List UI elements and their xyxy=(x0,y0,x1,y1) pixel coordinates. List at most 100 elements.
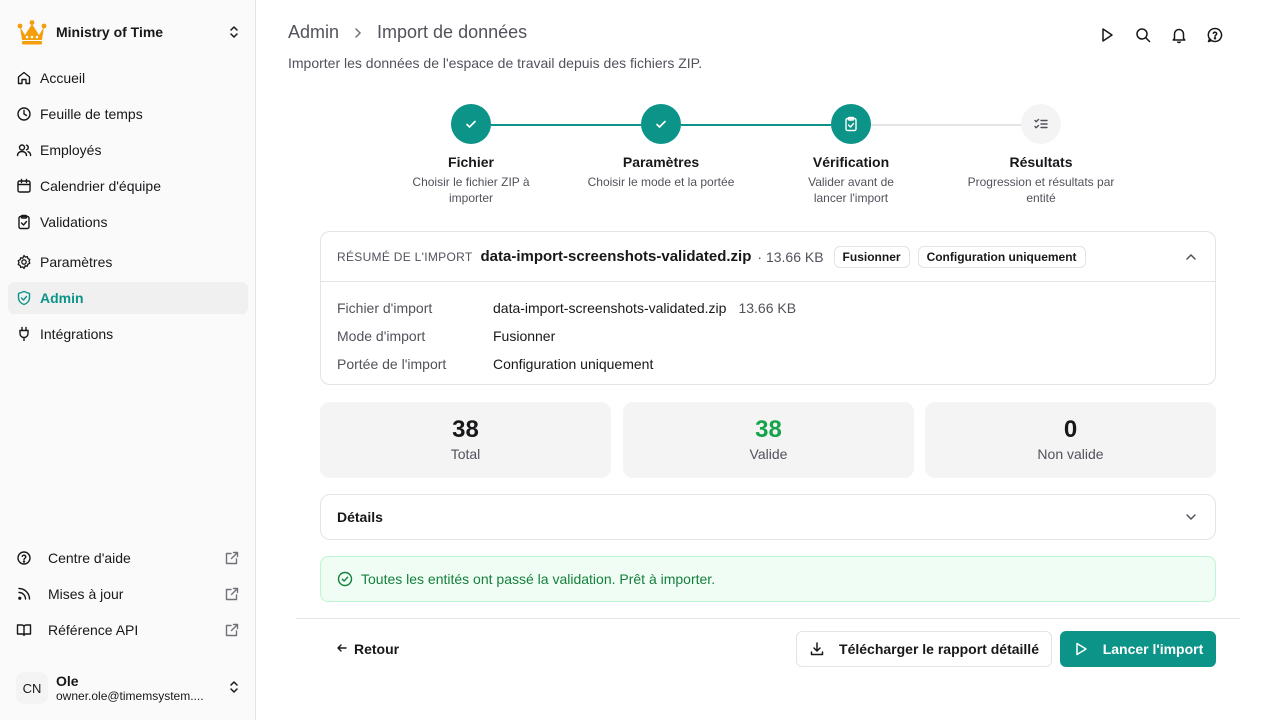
stat-label: Total xyxy=(450,446,481,462)
org-name: Ministry of Time xyxy=(56,24,164,40)
top-toolbar xyxy=(1098,26,1224,44)
step-title: Résultats xyxy=(1009,154,1073,170)
chevron-up-icon[interactable] xyxy=(1183,249,1199,265)
stat-valid: 38 Valide xyxy=(623,402,914,478)
step-title: Fichier xyxy=(448,154,494,170)
sidebar-item-employes[interactable]: Employés xyxy=(8,134,248,166)
link-centre-aide[interactable]: Centre d'aide xyxy=(8,542,248,574)
stat-value: 0 xyxy=(1063,416,1078,443)
sidebar-item-label: Calendrier d'équipe xyxy=(40,178,161,194)
check-icon xyxy=(641,104,681,144)
org-switcher[interactable]: Ministry of Time xyxy=(16,16,242,48)
details-title: Détails xyxy=(337,509,383,525)
sidebar-item-admin[interactable]: Admin xyxy=(8,282,248,314)
sidebar-item-label: Paramètres xyxy=(40,254,113,270)
sidebar-item-validations[interactable]: Validations xyxy=(8,206,248,238)
clipboard-check-icon xyxy=(16,214,32,230)
stat-total: 38 Total xyxy=(320,402,611,478)
calendar-icon xyxy=(16,178,32,194)
external-link-icon xyxy=(224,550,240,566)
sidebar-item-label: Accueil xyxy=(40,70,86,86)
step-desc: Valider avant de lancer l'import xyxy=(808,175,894,205)
clock-icon xyxy=(16,106,32,122)
launch-label: Lancer l'import xyxy=(1102,641,1204,657)
step-title: Paramètres xyxy=(622,154,700,170)
step-resultats: Résultats Progression et résultats par e… xyxy=(956,104,1126,206)
user-name: Ole xyxy=(56,673,79,689)
rss-icon xyxy=(16,586,32,602)
row-value: data-import-screenshots-validated.zip xyxy=(493,300,727,316)
sidebar-links: Centre d'aide Mises à jour Référence API xyxy=(8,542,248,650)
stat-label: Valide xyxy=(749,446,788,462)
row-label: Fichier d'import xyxy=(337,300,433,316)
gear-icon xyxy=(16,254,32,270)
sidebar-item-label: Intégrations xyxy=(40,326,114,342)
breadcrumb-parent[interactable]: Admin xyxy=(288,22,339,43)
link-label: Centre d'aide xyxy=(48,550,131,566)
sidebar-item-accueil[interactable]: Accueil xyxy=(8,62,248,94)
sidebar-item-label: Employés xyxy=(40,142,102,158)
launch-import-button[interactable]: Lancer l'import xyxy=(1060,631,1216,667)
play-icon xyxy=(1073,641,1089,657)
row-label: Mode d'import xyxy=(337,328,426,344)
link-mises-a-jour[interactable]: Mises à jour xyxy=(8,578,248,610)
step-title: Vérification xyxy=(812,154,890,170)
user-menu[interactable]: CN Ole owner.ole@timemsystem.... xyxy=(16,666,242,710)
sidebar-item-feuille-de-temps[interactable]: Feuille de temps xyxy=(8,98,248,130)
summary-row-file: Fichier d'import data-import-screenshots… xyxy=(337,294,1199,322)
sidebar-item-label: Validations xyxy=(40,214,108,230)
summary-file-name: data-import-screenshots-validated.zip xyxy=(480,248,752,265)
crown-icon xyxy=(16,16,48,48)
step-desc: Choisir le mode et la portée xyxy=(587,175,735,189)
row-value: Fusionner xyxy=(493,328,556,344)
breadcrumb-current: Import de données xyxy=(377,22,528,42)
arrow-left-icon xyxy=(336,641,348,657)
summary-file-size: · 13.66 KB xyxy=(757,248,824,265)
play-icon[interactable] xyxy=(1098,26,1116,44)
row-size: 13.66 KB xyxy=(738,300,797,316)
list-checks-icon xyxy=(1021,104,1061,144)
shield-check-icon xyxy=(16,290,32,306)
link-label: Référence API xyxy=(48,622,139,638)
clipboard-check-icon xyxy=(831,104,871,144)
footer-divider xyxy=(296,618,1240,619)
step-parametres: Paramètres Choisir le mode et la portée xyxy=(576,104,746,190)
bell-icon[interactable] xyxy=(1170,26,1188,44)
step-desc: Choisir le fichier ZIP à importer xyxy=(412,175,530,205)
help-chat-icon[interactable] xyxy=(1206,26,1224,44)
back-button[interactable]: Retour xyxy=(336,638,399,660)
validation-success-alert: Toutes les entités ont passé la validati… xyxy=(320,556,1216,602)
chevrons-up-down-icon xyxy=(226,24,242,40)
external-link-icon xyxy=(224,586,240,602)
step-verification: Vérification Valider avant de lancer l'i… xyxy=(766,104,936,206)
sidebar: Ministry of Time Accueil Feuille de temp… xyxy=(0,0,256,720)
link-reference-api[interactable]: Référence API xyxy=(8,614,248,646)
main-content: Admin Import de données Importer les don… xyxy=(256,0,1280,720)
step-desc: Progression et résultats par entité xyxy=(967,175,1115,205)
row-label: Portée de l'import xyxy=(337,356,447,372)
stat-invalid: 0 Non valide xyxy=(925,402,1216,478)
page-subtitle: Importer les données de l'espace de trav… xyxy=(288,55,703,71)
sidebar-item-calendrier[interactable]: Calendrier d'équipe xyxy=(8,170,248,202)
sidebar-item-integrations[interactable]: Intégrations xyxy=(8,318,248,350)
alert-text: Toutes les entités ont passé la validati… xyxy=(361,571,716,587)
download-label: Télécharger le rapport détaillé xyxy=(839,641,1039,657)
stat-label: Non valide xyxy=(1037,446,1104,462)
scope-badge: Configuration uniquement xyxy=(917,245,1086,268)
user-email: owner.ole@timemsystem.... xyxy=(56,689,204,703)
sidebar-item-parametres[interactable]: Paramètres xyxy=(8,246,248,278)
summary-header[interactable]: RÉSUMÉ DE L'IMPORT data-import-screensho… xyxy=(321,232,1215,282)
link-label: Mises à jour xyxy=(48,586,124,602)
details-accordion[interactable]: Détails xyxy=(320,494,1216,540)
summary-row-mode: Mode d'import Fusionner xyxy=(337,322,1199,350)
plug-icon xyxy=(16,326,32,342)
home-icon xyxy=(16,70,32,86)
breadcrumb: Admin Import de données xyxy=(288,22,527,43)
back-label: Retour xyxy=(354,641,400,657)
download-report-button[interactable]: Télécharger le rapport détaillé xyxy=(796,631,1052,667)
import-summary: RÉSUMÉ DE L'IMPORT data-import-screensho… xyxy=(320,231,1216,385)
import-stepper: Fichier Choisir le fichier ZIP à importe… xyxy=(386,104,1246,214)
sidebar-item-label: Admin xyxy=(40,290,84,306)
stat-value: 38 xyxy=(452,416,479,443)
search-icon[interactable] xyxy=(1134,26,1152,44)
